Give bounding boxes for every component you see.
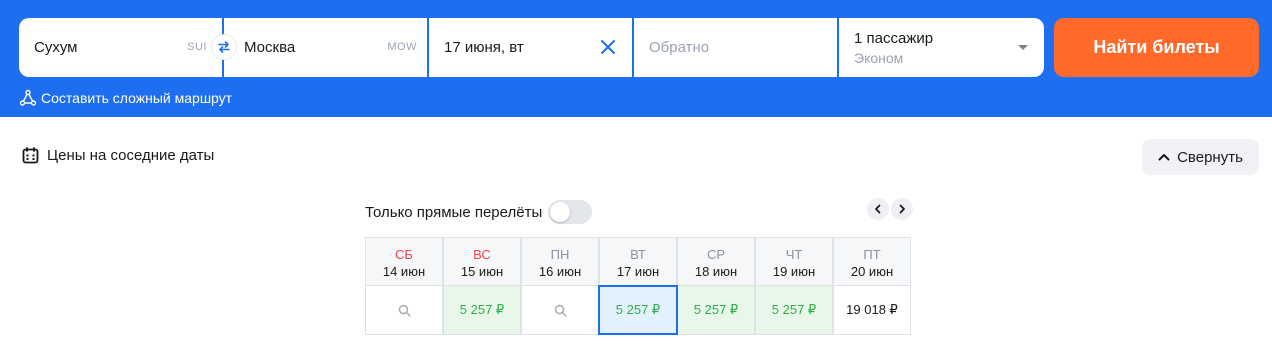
price-cell-selected[interactable]: 5 257 ₽ (598, 285, 678, 335)
day-date: 20 июн (850, 264, 894, 279)
day-header: СБ 14 июн (365, 237, 443, 286)
destination-code: MOW (387, 41, 417, 53)
nearby-dates-label: Цены на соседние даты (47, 147, 215, 164)
price-cell[interactable]: 19 018 ₽ (833, 285, 911, 335)
origin-city: Сухум (34, 39, 78, 56)
passengers-field[interactable]: 1 пассажир Эконом (839, 18, 1044, 77)
passenger-count: 1 пассажир (854, 30, 934, 47)
day-date: 14 июн (382, 264, 426, 279)
day-date: 19 июн (772, 264, 816, 279)
calendar-icon (22, 147, 39, 164)
day-of-week: ВТ (630, 247, 646, 262)
destination-city: Москва (244, 39, 296, 56)
return-placeholder: Обратно (649, 39, 710, 56)
day-of-week: ЧТ (785, 247, 803, 262)
day-of-week: СР (706, 247, 726, 262)
search-header: Сухум SUI Москва MOW 17 июня, вт Обратно (0, 0, 1272, 117)
swap-button[interactable] (211, 34, 237, 60)
nearby-dates-title: Цены на соседние даты (22, 147, 214, 164)
price-cell[interactable]: 5 257 ₽ (755, 285, 833, 335)
destination-field[interactable]: Москва MOW (224, 18, 427, 77)
prev-week-button[interactable] (867, 198, 889, 220)
day-date: 17 июн (616, 264, 660, 279)
search-icon (554, 304, 567, 317)
day-date: 18 июн (694, 264, 738, 279)
day-of-week: ПТ (863, 247, 881, 262)
find-tickets-button[interactable]: Найти билеты (1054, 18, 1259, 77)
chevron-left-icon (875, 204, 881, 214)
day-date: 15 июн (460, 264, 504, 279)
day-header: ВТ 17 июн (599, 237, 677, 286)
chevron-right-icon (899, 204, 905, 214)
direct-flights-toggle[interactable] (548, 200, 593, 224)
day-date: 16 июн (538, 264, 582, 279)
day-of-week: ВС (473, 247, 491, 262)
return-date-field[interactable]: Обратно (634, 18, 837, 77)
search-icon (398, 304, 411, 317)
day-of-week: СБ (395, 247, 413, 262)
depart-date: 17 июня, вт (444, 39, 524, 56)
clear-icon[interactable] (599, 38, 617, 56)
next-week-button[interactable] (891, 198, 913, 220)
toggle-knob (550, 202, 571, 222)
depart-date-field[interactable]: 17 июня, вт (429, 18, 632, 77)
swap-icon (218, 41, 230, 53)
day-header: СР 18 июн (677, 237, 755, 286)
price-cell-search[interactable] (521, 285, 599, 335)
day-header: ВС 15 июн (443, 237, 521, 286)
origin-code: SUI (187, 41, 207, 53)
complex-route-label: Составить сложный маршрут (41, 90, 233, 106)
collapse-button[interactable]: Свернуть (1142, 139, 1259, 175)
origin-field[interactable]: Сухум SUI (19, 18, 222, 77)
route-icon (19, 89, 37, 106)
price-cell[interactable]: 5 257 ₽ (677, 285, 755, 335)
price-cell[interactable]: 5 257 ₽ (443, 285, 521, 335)
collapse-label: Свернуть (1177, 148, 1243, 166)
search-form: Сухум SUI Москва MOW 17 июня, вт Обратно (19, 18, 1044, 77)
chevron-up-icon (1158, 154, 1170, 161)
caret-down-icon (1018, 45, 1028, 50)
complex-route-link[interactable]: Составить сложный маршрут (19, 89, 232, 107)
day-header: ПТ 20 июн (833, 237, 911, 286)
day-of-week: ПН (550, 247, 570, 262)
cabin-class: Эконом (854, 50, 904, 66)
direct-flights-filter: Только прямые перелёты (365, 200, 593, 224)
day-header: ПН 16 июн (521, 237, 599, 286)
price-cell-search[interactable] (365, 285, 443, 335)
day-header: ЧТ 19 июн (755, 237, 833, 286)
price-calendar: СБ 14 июн ВС 15 июн ПН 16 июн ВТ 17 июн … (365, 237, 912, 335)
direct-flights-label: Только прямые перелёты (365, 203, 543, 221)
